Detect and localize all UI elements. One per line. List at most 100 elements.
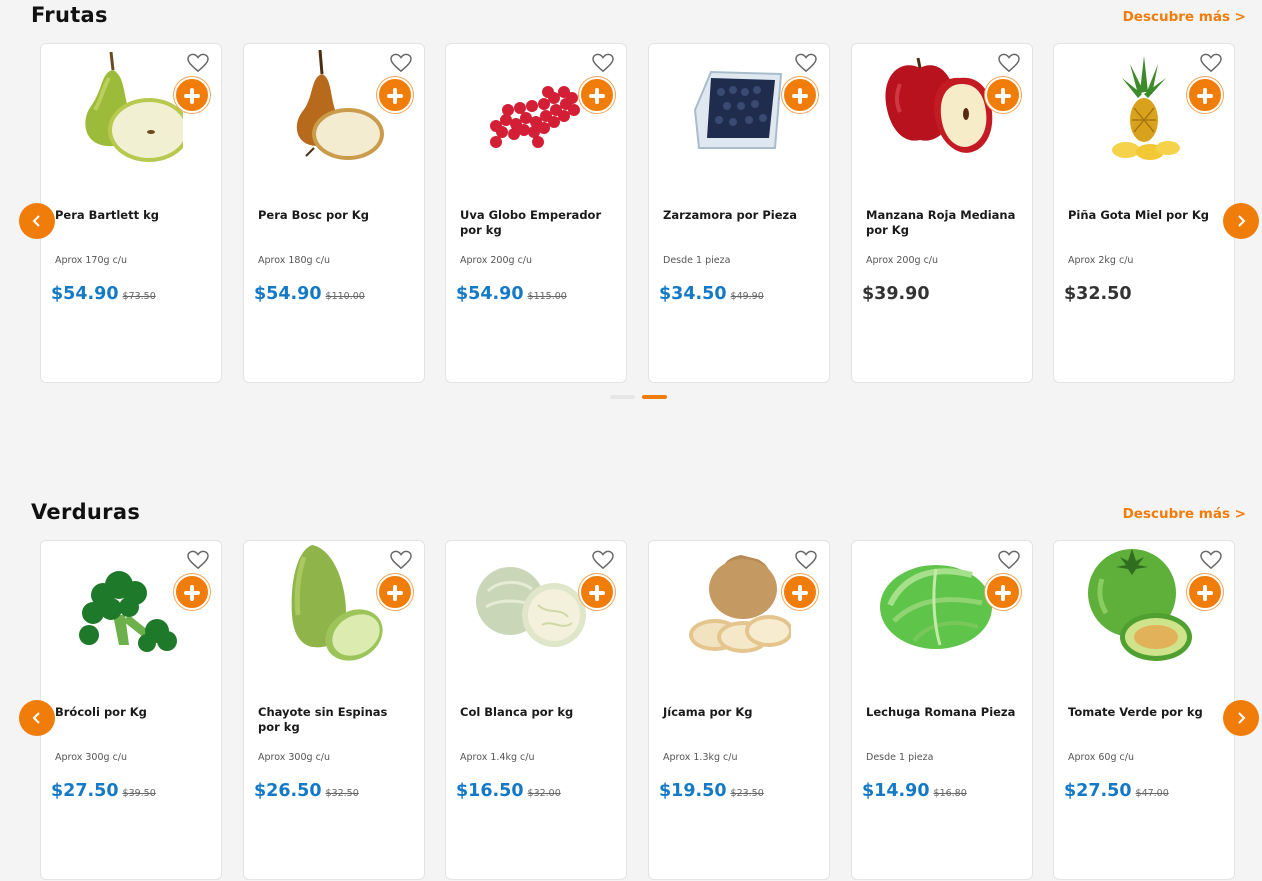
product-name[interactable]: Uva Globo Emperador por kg: [460, 208, 615, 238]
product-image[interactable]: [266, 545, 386, 665]
heart-icon[interactable]: [187, 550, 209, 570]
heart-icon[interactable]: [592, 53, 614, 73]
chevron-right-icon: [1238, 215, 1246, 227]
product-card[interactable]: Lechuga Romana Pieza Desde 1 pieza $14.9…: [851, 540, 1033, 880]
add-to-cart-button[interactable]: [377, 574, 413, 610]
add-to-cart-button[interactable]: [985, 574, 1021, 610]
add-to-cart-button[interactable]: [174, 574, 210, 610]
price-block: $54.90 $115.00: [456, 284, 567, 304]
product-card[interactable]: Pera Bartlett kg Aprox 170g c/u $54.90 $7…: [40, 43, 222, 383]
product-name[interactable]: Jícama por Kg: [663, 705, 818, 720]
carousel-next-button[interactable]: [1223, 700, 1259, 736]
product-card[interactable]: Brócoli por Kg Aprox 300g c/u $27.50 $39.…: [40, 540, 222, 880]
product-card[interactable]: Jícama por Kg Aprox 1.3kg c/u $19.50 $23.…: [648, 540, 830, 880]
add-to-cart-button[interactable]: [782, 574, 818, 610]
heart-icon[interactable]: [1200, 550, 1222, 570]
product-name[interactable]: Brócoli por Kg: [55, 705, 210, 720]
old-price: $16.80: [933, 788, 967, 799]
add-to-cart-button[interactable]: [579, 77, 615, 113]
heart-icon[interactable]: [795, 550, 817, 570]
price-block: $54.90 $110.00: [254, 284, 365, 304]
product-card[interactable]: Col Blanca por kg Aprox 1.4kg c/u $16.50…: [445, 540, 627, 880]
product-name[interactable]: Pera Bartlett kg: [55, 208, 210, 223]
product-name[interactable]: Piña Gota Miel por Kg: [1068, 208, 1223, 223]
product-name[interactable]: Col Blanca por kg: [460, 705, 615, 720]
product-card[interactable]: Zarzamora por Pieza Desde 1 pieza $34.50…: [648, 43, 830, 383]
product-name[interactable]: Lechuga Romana Pieza: [866, 705, 1021, 720]
product-card[interactable]: Manzana Roja Mediana por Kg Aprox 200g c…: [851, 43, 1033, 383]
product-image[interactable]: [671, 48, 791, 168]
price-block: $26.50 $32.50: [254, 781, 359, 801]
add-to-cart-button[interactable]: [579, 574, 615, 610]
carousel-next-button[interactable]: [1223, 203, 1259, 239]
product-image[interactable]: [468, 48, 588, 168]
add-to-cart-button[interactable]: [174, 77, 210, 113]
price-block: $54.90 $73.50: [51, 284, 156, 304]
current-price: $54.90: [254, 284, 322, 304]
product-description: Aprox 300g c/u: [55, 752, 128, 763]
current-price: $34.50: [659, 284, 727, 304]
product-description: Aprox 200g c/u: [460, 255, 533, 266]
add-to-cart-button[interactable]: [377, 77, 413, 113]
pagination-dot-active[interactable]: [642, 395, 667, 399]
product-description: Aprox 1.3kg c/u: [663, 752, 738, 763]
product-card[interactable]: Pera Bosc por Kg Aprox 180g c/u $54.90 $1…: [243, 43, 425, 383]
chevron-left-icon: [32, 215, 40, 227]
product-name[interactable]: Chayote sin Espinas por kg: [258, 705, 413, 735]
product-image[interactable]: [874, 48, 994, 168]
carousel-prev-button[interactable]: [19, 700, 55, 736]
old-price: $23.50: [730, 788, 764, 799]
product-image[interactable]: [1076, 48, 1196, 168]
current-price: $27.50: [51, 781, 119, 801]
product-description: Aprox 60g c/u: [1068, 752, 1134, 763]
add-to-cart-button[interactable]: [1187, 574, 1223, 610]
heart-icon[interactable]: [795, 53, 817, 73]
heart-icon[interactable]: [592, 550, 614, 570]
section-title: Verduras: [31, 500, 141, 524]
heart-icon[interactable]: [390, 53, 412, 73]
section-title: Frutas: [31, 3, 108, 27]
product-description: Aprox 2kg c/u: [1068, 255, 1134, 266]
old-price: $47.00: [1135, 788, 1169, 799]
price-block: $34.50 $49.90: [659, 284, 764, 304]
price-block: $19.50 $23.50: [659, 781, 764, 801]
product-card[interactable]: Uva Globo Emperador por kg Aprox 200g c/…: [445, 43, 627, 383]
product-image[interactable]: [1076, 545, 1196, 665]
heart-icon[interactable]: [998, 53, 1020, 73]
product-image[interactable]: [671, 545, 793, 665]
product-image[interactable]: [874, 545, 994, 665]
add-to-cart-button[interactable]: [1187, 77, 1223, 113]
current-price: $19.50: [659, 781, 727, 801]
current-price: $54.90: [51, 284, 119, 304]
product-name[interactable]: Tomate Verde por kg: [1068, 705, 1223, 720]
product-image[interactable]: [266, 48, 386, 168]
heart-icon[interactable]: [998, 550, 1020, 570]
carousel-prev-button[interactable]: [19, 203, 55, 239]
price-block: $14.90 $16.80: [862, 781, 967, 801]
product-description: Aprox 1.4kg c/u: [460, 752, 535, 763]
add-to-cart-button[interactable]: [782, 77, 818, 113]
old-price: $115.00: [527, 291, 567, 302]
heart-icon[interactable]: [390, 550, 412, 570]
product-image[interactable]: [63, 545, 183, 665]
product-name[interactable]: Manzana Roja Mediana por Kg: [866, 208, 1021, 238]
heart-icon[interactable]: [1200, 53, 1222, 73]
heart-icon[interactable]: [187, 53, 209, 73]
product-name[interactable]: Pera Bosc por Kg: [258, 208, 413, 223]
discover-more-link[interactable]: Descubre más >: [1123, 506, 1246, 522]
product-image[interactable]: [63, 48, 190, 168]
product-name[interactable]: Zarzamora por Pieza: [663, 208, 818, 223]
product-card[interactable]: Tomate Verde por kg Aprox 60g c/u $27.50…: [1053, 540, 1235, 880]
chevron-right-icon: [1238, 712, 1246, 724]
price-block: $27.50 $47.00: [1064, 781, 1169, 801]
pagination-dot[interactable]: [610, 395, 635, 399]
price-block: $39.90: [862, 284, 930, 304]
current-price: $54.90: [456, 284, 524, 304]
current-price: $32.50: [1064, 284, 1132, 304]
product-image[interactable]: [468, 545, 588, 665]
add-to-cart-button[interactable]: [985, 77, 1021, 113]
product-card[interactable]: Chayote sin Espinas por kg Aprox 300g c/…: [243, 540, 425, 880]
old-price: $32.00: [527, 788, 561, 799]
discover-more-link[interactable]: Descubre más >: [1123, 9, 1246, 25]
product-card[interactable]: Piña Gota Miel por Kg Aprox 2kg c/u $32.…: [1053, 43, 1235, 383]
